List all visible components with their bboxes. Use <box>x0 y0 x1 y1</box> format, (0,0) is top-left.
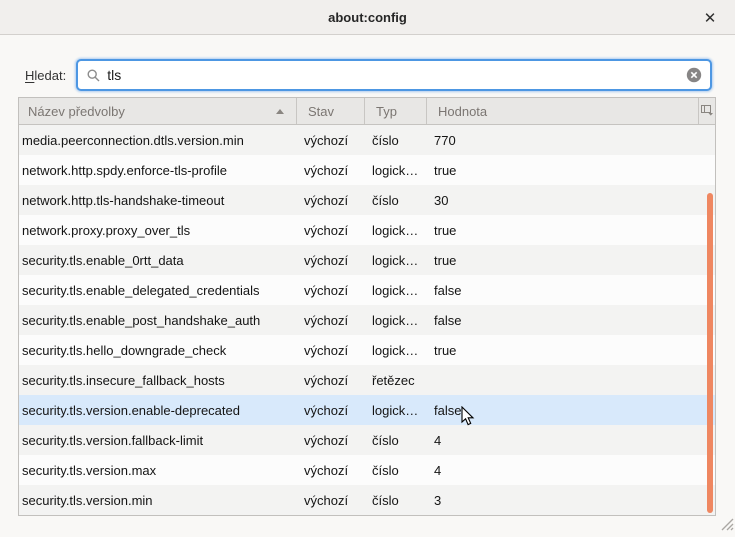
table-row[interactable]: security.tls.hello_downgrade_check výcho… <box>19 335 715 365</box>
pref-type-cell: logick… <box>364 313 426 328</box>
pref-name-cell: security.tls.enable_delegated_credential… <box>19 283 296 298</box>
pref-type-cell: číslo <box>364 193 426 208</box>
sort-ascending-icon <box>276 109 284 114</box>
pref-status-cell: výchozí <box>296 313 364 328</box>
pref-value-cell: false <box>426 403 715 418</box>
pref-type-cell: logick… <box>364 163 426 178</box>
pref-name-cell: security.tls.version.min <box>19 493 296 508</box>
table-row[interactable]: security.tls.version.enable-deprecated v… <box>19 395 715 425</box>
prefs-table: Název předvolby Stav Typ Hodnota media.p… <box>18 97 716 516</box>
pref-name-cell: security.tls.enable_post_handshake_auth <box>19 313 296 328</box>
pref-type-cell: logick… <box>364 253 426 268</box>
pref-status-cell: výchozí <box>296 373 364 388</box>
pref-status-cell: výchozí <box>296 433 364 448</box>
clear-search-icon[interactable] <box>686 67 702 83</box>
pref-value-cell: 30 <box>426 193 715 208</box>
pref-type-cell: číslo <box>364 463 426 478</box>
pref-name-cell: network.http.tls-handshake-timeout <box>19 193 296 208</box>
pref-name-cell: network.proxy.proxy_over_tls <box>19 223 296 238</box>
pref-value-cell: false <box>426 313 715 328</box>
window-title: about:config <box>328 10 407 25</box>
column-picker-icon <box>701 104 714 119</box>
pref-value-cell: 4 <box>426 463 715 478</box>
pref-name-cell: security.tls.enable_0rtt_data <box>19 253 296 268</box>
pref-value-cell: 770 <box>426 133 715 148</box>
table-row[interactable]: security.tls.version.min výchozí číslo 3 <box>19 485 715 515</box>
pref-status-cell: výchozí <box>296 493 364 508</box>
pref-status-cell: výchozí <box>296 463 364 478</box>
pref-type-cell: řetězec <box>364 373 426 388</box>
table-row[interactable]: security.tls.version.max výchozí číslo 4 <box>19 455 715 485</box>
pref-name-cell: security.tls.version.enable-deprecated <box>19 403 296 418</box>
pref-type-cell: číslo <box>364 493 426 508</box>
pref-status-cell: výchozí <box>296 403 364 418</box>
table-body: media.peerconnection.dtls.version.min vý… <box>19 125 715 515</box>
pref-status-cell: výchozí <box>296 163 364 178</box>
titlebar: about:config ✕ <box>0 0 735 35</box>
search-query-text: tls <box>107 67 686 83</box>
pref-status-cell: výchozí <box>296 343 364 358</box>
pref-status-cell: výchozí <box>296 253 364 268</box>
column-picker-button[interactable] <box>698 98 715 124</box>
table-row[interactable]: security.tls.enable_post_handshake_auth … <box>19 305 715 335</box>
about-config-window: about:config ✕ Hledat: tls Název předvol… <box>0 0 735 537</box>
column-header-value[interactable]: Hodnota <box>426 98 698 124</box>
table-row[interactable]: network.http.tls-handshake-timeout výcho… <box>19 185 715 215</box>
resize-grip[interactable] <box>719 516 734 536</box>
pref-value-cell: true <box>426 343 715 358</box>
pref-status-cell: výchozí <box>296 193 364 208</box>
pref-status-cell: výchozí <box>296 223 364 238</box>
search-row: Hledat: tls <box>25 59 712 91</box>
pref-status-cell: výchozí <box>296 133 364 148</box>
close-button[interactable]: ✕ <box>697 0 723 35</box>
table-row[interactable]: media.peerconnection.dtls.version.min vý… <box>19 125 715 155</box>
column-header-type[interactable]: Typ <box>364 98 426 124</box>
pref-type-cell: logick… <box>364 283 426 298</box>
vertical-scrollbar-thumb[interactable] <box>707 193 713 513</box>
column-header-name[interactable]: Název předvolby <box>19 98 296 124</box>
table-row[interactable]: security.tls.enable_0rtt_data výchozí lo… <box>19 245 715 275</box>
pref-type-cell: číslo <box>364 433 426 448</box>
pref-value-cell: 3 <box>426 493 715 508</box>
pref-value-cell: true <box>426 163 715 178</box>
pref-name-cell: network.http.spdy.enforce-tls-profile <box>19 163 296 178</box>
pref-name-cell: security.tls.insecure_fallback_hosts <box>19 373 296 388</box>
pref-type-cell: logick… <box>364 343 426 358</box>
pref-name-cell: media.peerconnection.dtls.version.min <box>19 133 296 148</box>
pref-name-cell: security.tls.version.max <box>19 463 296 478</box>
search-icon <box>87 69 100 82</box>
pref-type-cell: logick… <box>364 403 426 418</box>
pref-name-cell: security.tls.hello_downgrade_check <box>19 343 296 358</box>
pref-value-cell: false <box>426 283 715 298</box>
search-label: Hledat: <box>25 68 66 83</box>
pref-status-cell: výchozí <box>296 283 364 298</box>
table-row[interactable]: security.tls.enable_delegated_credential… <box>19 275 715 305</box>
table-row[interactable]: network.proxy.proxy_over_tls výchozí log… <box>19 215 715 245</box>
pref-type-cell: logick… <box>364 223 426 238</box>
pref-name-cell: security.tls.version.fallback-limit <box>19 433 296 448</box>
search-input[interactable]: tls <box>76 59 712 91</box>
table-header: Název předvolby Stav Typ Hodnota <box>19 98 715 125</box>
pref-value-cell: true <box>426 253 715 268</box>
table-row[interactable]: security.tls.version.fallback-limit vých… <box>19 425 715 455</box>
pref-type-cell: číslo <box>364 133 426 148</box>
pref-value-cell: 4 <box>426 433 715 448</box>
pref-value-cell: true <box>426 223 715 238</box>
table-row[interactable]: network.http.spdy.enforce-tls-profile vý… <box>19 155 715 185</box>
table-row[interactable]: security.tls.insecure_fallback_hosts výc… <box>19 365 715 395</box>
column-header-status[interactable]: Stav <box>296 98 364 124</box>
